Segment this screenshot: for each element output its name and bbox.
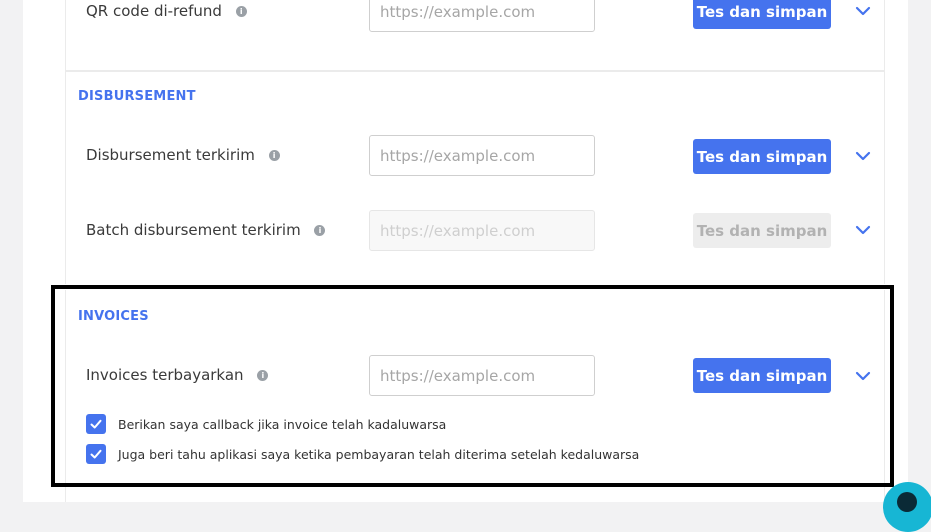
- row-label-disbursement-sent: Disbursement terkirim i: [86, 146, 280, 164]
- info-icon[interactable]: i: [314, 225, 326, 236]
- disbursement-sent-test-save-button[interactable]: Tes dan simpan: [693, 139, 831, 174]
- highlight-box: [51, 285, 894, 487]
- qr-refund-url-input[interactable]: [369, 0, 595, 32]
- batch-disbursement-label: Batch disbursement terkirim: [86, 221, 301, 239]
- row-label-qr-refund: QR code di-refund i: [86, 2, 247, 20]
- section-title-disbursement: DISBURSEMENT: [78, 89, 196, 104]
- qr-refund-test-save-button[interactable]: Tes dan simpan: [693, 0, 831, 29]
- chevron-down-icon[interactable]: [853, 149, 873, 163]
- disbursement-sent-url-input[interactable]: [369, 135, 595, 176]
- batch-disbursement-test-save-button[interactable]: Tes dan simpan: [693, 213, 831, 248]
- qr-refund-label: QR code di-refund: [86, 2, 222, 20]
- info-icon[interactable]: i: [268, 150, 280, 161]
- batch-disbursement-url-input[interactable]: [369, 210, 595, 251]
- row-label-batch-disbursement: Batch disbursement terkirim i: [86, 221, 326, 239]
- info-icon[interactable]: i: [235, 6, 247, 17]
- help-chat-inner: [897, 492, 917, 512]
- chevron-down-icon[interactable]: [853, 223, 873, 237]
- help-chat-icon[interactable]: [883, 482, 931, 532]
- chevron-down-icon[interactable]: [853, 4, 873, 18]
- disbursement-sent-label: Disbursement terkirim: [86, 146, 255, 164]
